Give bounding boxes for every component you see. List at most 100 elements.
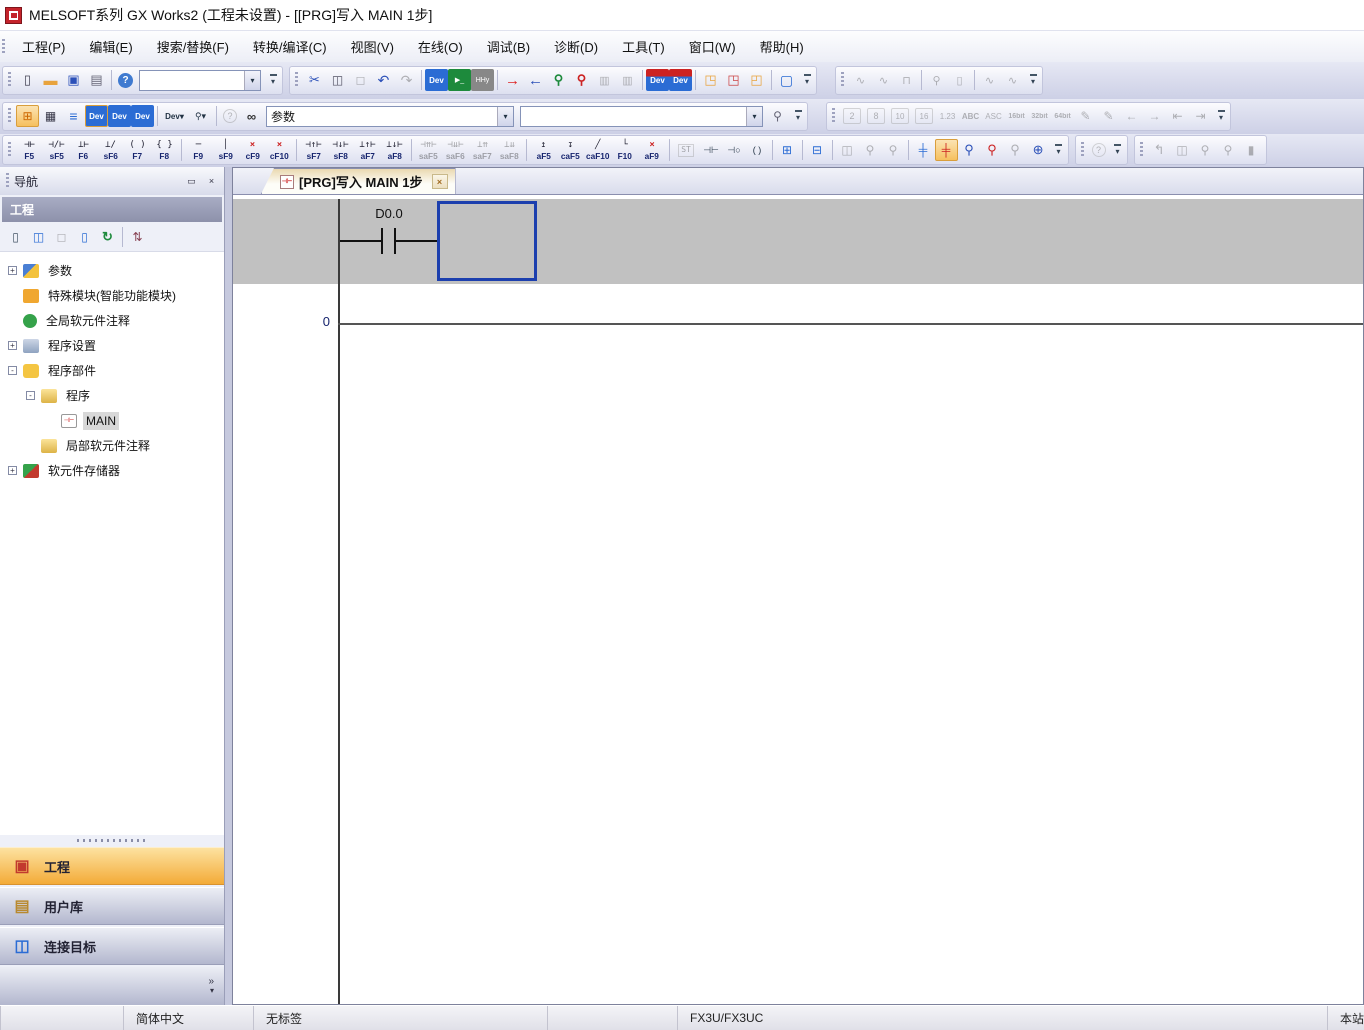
monitor-mode-icon[interactable]: ⚲	[1004, 139, 1027, 161]
ladder-symbol-button[interactable]: ⊥↓⊢ aF8	[381, 136, 408, 164]
tree-item[interactable]: + 参数	[0, 258, 224, 283]
editor-tab[interactable]: ⊣⊢ [PRG]写入 MAIN 1步 ×	[261, 168, 456, 194]
monitor-read-icon[interactable]: ▥	[616, 69, 639, 91]
window-switch-icon[interactable]: ↰	[1148, 139, 1171, 161]
ladder-symbol-button[interactable]: ⊣⇈⊢ saF5	[415, 136, 442, 164]
ladder-symbol-button[interactable]: × cF10	[266, 136, 293, 164]
navigation-mode-button[interactable]: ▣ 工程	[0, 847, 224, 885]
save-project-icon[interactable]: ▣	[62, 69, 85, 91]
chevron-down-icon[interactable]: ▾	[244, 71, 260, 90]
undo-icon[interactable]: ↶	[372, 69, 395, 91]
menu-item[interactable]: 转换/编译(C)	[241, 31, 339, 62]
write-grid-1-icon[interactable]: ⊞	[776, 139, 799, 161]
device-test-write-2-icon[interactable]: ✎	[1097, 105, 1120, 127]
write-to-plc-icon[interactable]: →	[501, 69, 524, 91]
menu-item[interactable]: 调试(B)	[475, 31, 542, 62]
write-grid-2-icon[interactable]: ⊟	[806, 139, 829, 161]
word-16bit-icon[interactable]: 16bit	[1005, 105, 1028, 127]
ladder-symbol-button[interactable]: ⊣↓⊢ sF8	[327, 136, 354, 164]
statement-jump-3-icon[interactable]: ◰	[745, 69, 768, 91]
menu-item[interactable]: 在线(O)	[406, 31, 475, 62]
bookmark-icon[interactable]: ▮	[1240, 139, 1263, 161]
statement-list-icon[interactable]: ◫	[836, 139, 859, 161]
read-mode-icon[interactable]: ⚲	[958, 139, 981, 161]
device-combo[interactable]: 参数 ▾	[266, 106, 514, 127]
comment-list-icon[interactable]: ◫	[1171, 139, 1194, 161]
zoom-icon[interactable]: ⊕	[1027, 139, 1050, 161]
ladder-symbol-button[interactable]: ( ) F7	[124, 136, 151, 164]
find-combo[interactable]: ▾	[520, 106, 763, 127]
toolbar-overflow-icon[interactable]: ▾	[801, 68, 813, 92]
ascii-display-icon[interactable]: ASC	[982, 105, 1005, 127]
ladder-symbol-mode-icon[interactable]: ╪	[912, 139, 935, 161]
data-property-icon[interactable]: ▯	[73, 226, 96, 248]
trace-wave-2-icon[interactable]: ∿	[1001, 69, 1024, 91]
navigation-mode-button[interactable]: ◫ 连接目标	[0, 927, 224, 965]
statement-find-1-icon[interactable]: ⚲	[859, 139, 882, 161]
menu-item[interactable]: 编辑(E)	[77, 31, 144, 62]
output-window-icon[interactable]: ≡	[62, 105, 85, 127]
navigation-more-bar[interactable]: » ▾	[0, 967, 224, 1005]
menu-item[interactable]: 工具(T)	[610, 31, 677, 62]
trace-register-icon[interactable]: ▯	[948, 69, 971, 91]
ladder-symbol-button[interactable]: ⊥/ sF6	[97, 136, 124, 164]
device-last-icon[interactable]: ⇥	[1189, 105, 1212, 127]
chevron-down-icon[interactable]: ▾	[210, 987, 214, 996]
buffer-memory-monitor-icon[interactable]: ▶_	[448, 69, 471, 91]
ladder-symbol-button[interactable]: ↧ caF5	[557, 136, 584, 164]
toolbar-overflow-icon[interactable]: ▾	[1053, 138, 1065, 162]
paste-icon[interactable]: ◻	[349, 69, 372, 91]
menu-item[interactable]: 视图(V)	[339, 31, 406, 62]
ladder-symbol-button[interactable]: ⊣/⊢ sF5	[43, 136, 70, 164]
abc-display-icon[interactable]: ABC	[959, 105, 982, 127]
octal-display-icon[interactable]: 8	[867, 108, 885, 124]
trace-pulse-icon[interactable]: ⊓	[895, 69, 918, 91]
ladder-symbol-button[interactable]: { } F8	[151, 136, 178, 164]
toolbar-overflow-icon[interactable]: ▾	[1215, 104, 1227, 128]
tree-item[interactable]: - 程序	[0, 383, 224, 408]
copy-icon[interactable]: ◫	[326, 69, 349, 91]
find-doc-1-icon[interactable]: ⚲	[1194, 139, 1217, 161]
ladder-symbol-button[interactable]: ⊥⇈ saF7	[469, 136, 496, 164]
decimal-display-icon[interactable]: 10	[891, 108, 909, 124]
chevron-down-icon[interactable]: ▾	[497, 107, 513, 126]
device-list-icon[interactable]: Dev	[108, 105, 131, 127]
word-64bit-icon[interactable]: 64bit	[1051, 105, 1074, 127]
ladder-symbol-button[interactable]: ↥ aF5	[530, 136, 557, 164]
tree-expander[interactable]: +	[8, 341, 17, 350]
tree-expander[interactable]: -	[26, 391, 35, 400]
find-doc-2-icon[interactable]: ⚲	[1217, 139, 1240, 161]
toolbar-overflow-icon[interactable]: ▾	[792, 104, 804, 128]
modify-value-icon[interactable]: HHy	[471, 69, 494, 91]
trace-falling-icon[interactable]: ∿	[872, 69, 895, 91]
device-display-menu-icon[interactable]: Dev▾	[161, 105, 188, 127]
hex-display-icon[interactable]: 16	[915, 108, 933, 124]
help-2-icon[interactable]: ?	[223, 109, 237, 123]
trace-rising-icon[interactable]: ∿	[849, 69, 872, 91]
ladder-symbol-button[interactable]: ST	[673, 136, 700, 164]
ladder-symbol-button[interactable]: │ sF9	[212, 136, 239, 164]
copy-data-icon[interactable]: ◫	[27, 226, 50, 248]
menu-item[interactable]: 工程(P)	[10, 31, 77, 62]
device-test-write-icon[interactable]: ✎	[1074, 105, 1097, 127]
tree-item[interactable]: - 程序部件	[0, 358, 224, 383]
remote-operation-icon[interactable]: ▢	[775, 69, 798, 91]
project-combo[interactable]: ▾	[139, 70, 261, 91]
write-coil-icon[interactable]: ( )	[746, 139, 769, 161]
panel-splitter[interactable]	[0, 835, 224, 845]
redo-icon[interactable]: ↷	[395, 69, 418, 91]
statement-jump-1-icon[interactable]: ◳	[699, 69, 722, 91]
open-project-icon[interactable]: ▬	[39, 69, 62, 91]
monitor-start-icon[interactable]: ⚲	[547, 69, 570, 91]
menu-item[interactable]: 诊断(D)	[542, 31, 610, 62]
edit-cursor[interactable]	[437, 201, 537, 281]
sort-menu-icon[interactable]: ⇅	[126, 226, 149, 248]
paste-data-icon[interactable]: ◻	[50, 226, 73, 248]
cross-reference-icon[interactable]: Dev	[131, 105, 154, 127]
pin-icon[interactable]: ▭	[183, 174, 200, 189]
write-contact-icon[interactable]: ⊣⊢	[700, 139, 723, 161]
tree-item[interactable]: + 软元件存储器	[0, 458, 224, 483]
toolbar-overflow-icon[interactable]: ▾	[1112, 138, 1124, 162]
cut-icon[interactable]: ✂	[303, 69, 326, 91]
device-monitor-2-icon[interactable]: Dev	[669, 69, 692, 91]
